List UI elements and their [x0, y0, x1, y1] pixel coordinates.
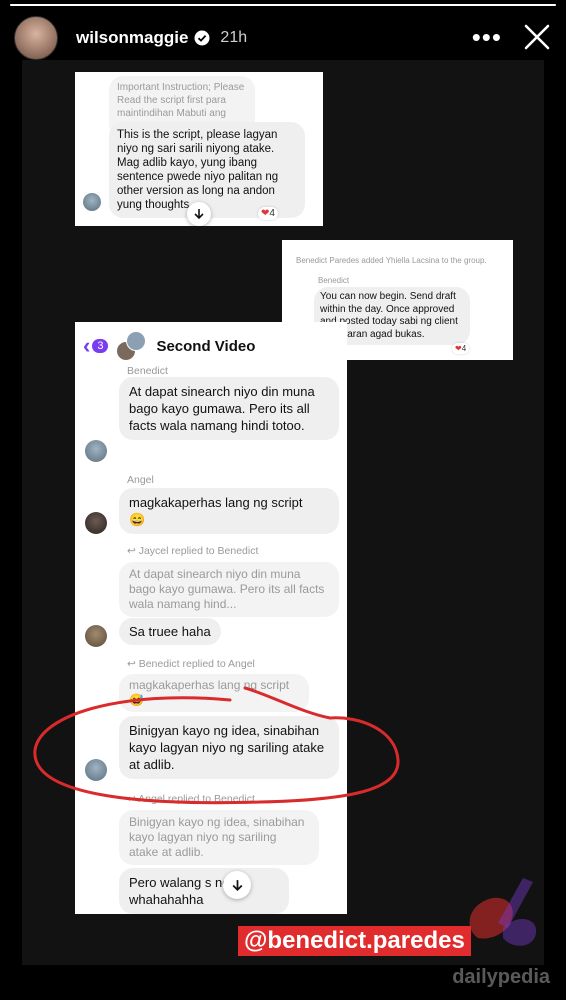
watermark-text: dailypedia — [452, 966, 550, 988]
red-annotation-circle — [33, 686, 400, 805]
mention-sticker[interactable]: @benedict.paredes — [238, 926, 471, 956]
